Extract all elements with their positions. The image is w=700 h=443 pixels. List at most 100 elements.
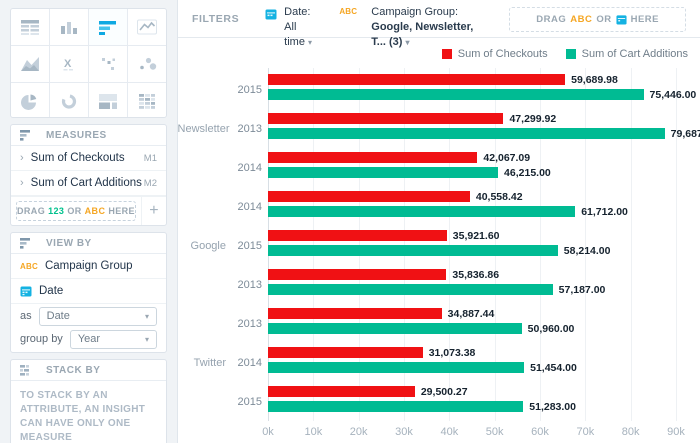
filter-label: Date: [284, 5, 313, 20]
measure-item-sum-of-cart-additions[interactable]: › Sum of Cart Additions M2 [11, 171, 166, 196]
chevron-right-icon: › [20, 178, 24, 189]
chevron-right-icon: › [20, 153, 24, 164]
checkouts-bar[interactable] [268, 308, 442, 319]
category-labels: 2015 [178, 382, 262, 421]
measure-item-sum-of-checkouts[interactable]: › Sum of Checkouts M1 [11, 146, 166, 171]
add-measure-button[interactable]: + [141, 197, 166, 225]
group-by-select[interactable]: Year ▾ [70, 330, 157, 349]
group-by-label: group by [20, 333, 63, 345]
cart-additions-bar[interactable] [268, 323, 522, 334]
stack-by-header: STACK BY [11, 360, 166, 381]
viz-type-area-icon[interactable] [11, 46, 49, 82]
chevron-down-icon: ▾ [145, 312, 149, 321]
cart-additions-bar[interactable] [268, 245, 558, 256]
stack-by-panel: STACK BY TO STACK BY AN ATTRIBUTE, AN IN… [10, 359, 167, 443]
cart-additions-bar[interactable] [268, 362, 524, 373]
view-by-icon [20, 238, 32, 249]
bar-chart: Sum of Checkouts Sum of Cart Additions 20… [178, 38, 700, 443]
data-label: 35,836.86 [452, 269, 499, 281]
config-sidebar: X MEASURES › Sum of Checkouts M1 › Sum o… [0, 0, 178, 443]
viz-type-line-icon[interactable] [128, 9, 166, 45]
viz-type-headline-icon[interactable]: X [50, 46, 88, 82]
data-label: 79,687.00 [671, 128, 700, 140]
view-by-panel: VIEW BY ABC Campaign Group Date as Date … [10, 232, 167, 353]
legend-item[interactable]: Sum of Cart Additions [566, 48, 688, 60]
data-label: 51,283.00 [529, 401, 576, 413]
data-label: 57,187.00 [559, 284, 606, 296]
measure-label: Sum of Cart Additions [31, 177, 142, 189]
x-axis-tick: 40k [440, 426, 458, 438]
measures-panel: MEASURES › Sum of Checkouts M1 › Sum of … [10, 124, 167, 226]
x-axis-tick: 70k [576, 426, 594, 438]
data-label: 50,960.00 [528, 323, 575, 335]
viz-type-treemap-icon[interactable] [89, 83, 127, 118]
checkouts-bar[interactable] [268, 152, 477, 163]
checkouts-bar[interactable] [268, 269, 446, 280]
filter-dropzone[interactable]: DRAG ABC OR HERE [509, 7, 686, 32]
calendar-icon [616, 14, 627, 25]
filter-label: Campaign Group: [371, 5, 475, 20]
checkouts-bar[interactable] [268, 230, 447, 241]
year-label: 2015 [234, 84, 262, 96]
x-axis-tick: 90k [667, 426, 685, 438]
viz-type-column-icon[interactable] [50, 9, 88, 45]
cart-additions-bar[interactable] [268, 128, 665, 139]
legend-item[interactable]: Sum of Checkouts [442, 48, 548, 60]
cart-additions-bar[interactable] [268, 401, 523, 412]
data-label: 59,689.98 [571, 74, 618, 86]
legend-swatch [566, 49, 576, 59]
chart-category-row: 201529,500.2751,283.00 [268, 382, 676, 421]
selected-value: Date [47, 310, 70, 322]
measures-header: MEASURES [11, 125, 166, 146]
checkouts-bar[interactable] [268, 191, 470, 202]
viz-type-scatter-icon[interactable] [89, 46, 127, 82]
numeric-token: 123 [48, 206, 64, 216]
attribute-token: ABC [85, 206, 106, 216]
date-as-select[interactable]: Date ▾ [39, 307, 157, 326]
group-label: Google [191, 240, 226, 252]
category-labels: Newsletter2013 [178, 109, 262, 148]
x-axis-tick: 80k [622, 426, 640, 438]
cart-additions-bar[interactable] [268, 89, 644, 100]
category-labels: 2013 [178, 304, 262, 343]
checkouts-bar[interactable] [268, 347, 423, 358]
viz-type-bubble-icon[interactable] [128, 46, 166, 82]
visualization-type-picker: X [10, 8, 167, 118]
measures-dropzone[interactable]: DRAG 123 OR ABC HERE [16, 201, 136, 221]
viz-type-heatmap-icon[interactable] [128, 83, 166, 118]
viz-type-bar-icon[interactable] [89, 9, 127, 45]
calendar-icon [20, 285, 32, 297]
chart-category-row: Twitter201431,073.3851,454.00 [268, 343, 676, 382]
data-label: 58,214.00 [564, 245, 611, 257]
dropzone-text: HERE [631, 14, 659, 25]
data-label: 31,073.38 [429, 347, 476, 359]
year-label: 2015 [234, 396, 262, 408]
checkouts-bar[interactable] [268, 113, 503, 124]
chart-category-row: Google201535,921.6058,214.00 [268, 226, 676, 265]
viz-type-table-icon[interactable] [11, 9, 49, 45]
attribute-label: Campaign Group [45, 260, 133, 272]
cart-additions-bar[interactable] [268, 167, 498, 178]
filter-bar: FILTERS Date: All time▾ ABC Campaign Gro… [178, 0, 700, 38]
category-labels: 2014 [178, 148, 262, 187]
svg-text:X: X [64, 58, 72, 70]
cart-additions-bar[interactable] [268, 284, 553, 295]
view-by-title: VIEW BY [46, 238, 92, 249]
chart-category-row: 201440,558.4261,712.00 [268, 187, 676, 226]
measure-tag: M2 [144, 178, 157, 189]
cart-additions-bar[interactable] [268, 206, 575, 217]
checkouts-bar[interactable] [268, 74, 565, 85]
filters-title: FILTERS [192, 13, 239, 25]
dropzone-text: HERE [108, 206, 135, 216]
checkouts-bar[interactable] [268, 386, 415, 397]
view-by-item-date[interactable]: Date [11, 279, 166, 304]
measure-label: Sum of Checkouts [31, 152, 125, 164]
category-labels: 2013 [178, 265, 262, 304]
viz-type-donut-icon[interactable] [50, 83, 88, 118]
attribute-token: ABC [570, 14, 592, 25]
chart-category-row: 201559,689.9875,446.00 [268, 70, 676, 109]
x-axis-tick: 20k [350, 426, 368, 438]
data-label: 46,215.00 [504, 167, 551, 179]
viz-type-pie-icon[interactable] [11, 83, 49, 118]
view-by-item-campaign-group[interactable]: ABC Campaign Group [11, 254, 166, 279]
